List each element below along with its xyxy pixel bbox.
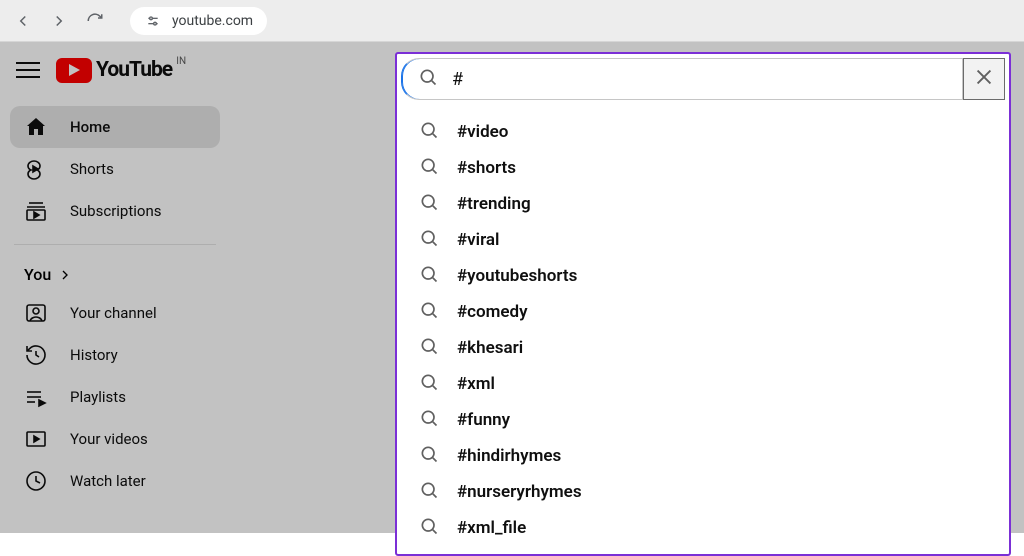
search-icon — [419, 156, 439, 180]
your-videos-icon — [24, 427, 48, 451]
search-input[interactable] — [452, 69, 946, 90]
back-button[interactable] — [12, 10, 34, 32]
sidebar-item-history[interactable]: History — [10, 334, 220, 376]
sidebar-you-heading[interactable]: You — [10, 257, 220, 292]
suggestions-list: #video #shorts #trending #viral #youtubeshor… — [397, 104, 1009, 554]
forward-button[interactable] — [48, 10, 70, 32]
url-text: youtube.com — [172, 13, 253, 29]
heading-label: You — [24, 265, 51, 284]
search-icon — [419, 444, 439, 468]
suggestion-text: #viral — [457, 230, 499, 250]
search-icon — [419, 516, 439, 540]
suggestion-text: #trending — [457, 194, 531, 214]
search-icon — [419, 300, 439, 324]
suggestion-item[interactable]: #xml — [397, 366, 1009, 402]
sidebar-item-label: Home — [70, 118, 110, 136]
search-icon — [419, 408, 439, 432]
menu-button[interactable] — [16, 58, 40, 82]
playlists-icon — [24, 385, 48, 409]
suggestion-text: #khesari — [457, 338, 523, 358]
search-field[interactable] — [401, 58, 963, 100]
site-settings-icon — [144, 12, 162, 30]
search-icon — [419, 480, 439, 504]
subscriptions-icon — [24, 199, 48, 223]
suggestion-item[interactable]: #hindirhymes — [397, 438, 1009, 474]
logo-region: IN — [176, 56, 186, 67]
sidebar-item-subscriptions[interactable]: Subscriptions — [10, 190, 220, 232]
suggestion-item[interactable]: #nurseryrhymes — [397, 474, 1009, 510]
suggestion-item[interactable]: #viral — [397, 222, 1009, 258]
sidebar-item-home[interactable]: Home — [10, 106, 220, 148]
sidebar-item-your-channel[interactable]: Your channel — [10, 292, 220, 334]
search-suggestions-panel: #video #shorts #trending #viral #youtubeshor… — [395, 52, 1011, 556]
your-channel-icon — [24, 301, 48, 325]
clear-search-button[interactable] — [963, 58, 1005, 100]
browser-toolbar: youtube.com — [0, 0, 1024, 42]
suggestion-text: #comedy — [457, 302, 528, 322]
close-icon — [973, 66, 995, 92]
page-content: YouTube IN Home Shorts Subscrip — [0, 42, 1024, 533]
sidebar-item-label: Playlists — [70, 388, 126, 406]
suggestion-text: #xml — [457, 374, 495, 394]
suggestion-item[interactable]: #shorts — [397, 150, 1009, 186]
search-icon — [418, 67, 438, 91]
address-bar[interactable]: youtube.com — [130, 7, 267, 35]
suggestion-item[interactable]: #khesari — [397, 330, 1009, 366]
sidebar: Home Shorts Subscriptions You — [0, 98, 230, 533]
suggestion-item[interactable]: #xml_file — [397, 510, 1009, 546]
suggestion-text: #funny — [457, 410, 510, 430]
shorts-icon — [24, 157, 48, 181]
sidebar-item-label: Your channel — [70, 304, 157, 322]
sidebar-item-label: Watch later — [70, 472, 146, 490]
history-icon — [24, 343, 48, 367]
logo-text: YouTube — [96, 58, 172, 82]
home-icon — [24, 115, 48, 139]
youtube-logo[interactable]: YouTube IN — [56, 58, 172, 83]
search-icon — [419, 336, 439, 360]
suggestion-item[interactable]: #video — [397, 114, 1009, 150]
sidebar-item-playlists[interactable]: Playlists — [10, 376, 220, 418]
sidebar-item-your-videos[interactable]: Your videos — [10, 418, 220, 460]
play-icon — [56, 58, 92, 83]
suggestion-item[interactable]: #youtubeshorts — [397, 258, 1009, 294]
sidebar-item-label: Your videos — [70, 430, 148, 448]
search-icon — [419, 192, 439, 216]
reload-button[interactable] — [84, 10, 106, 32]
suggestion-item[interactable]: #comedy — [397, 294, 1009, 330]
suggestion-item[interactable]: #funny — [397, 402, 1009, 438]
sidebar-item-label: Subscriptions — [70, 202, 161, 220]
search-icon — [419, 228, 439, 252]
sidebar-item-watch-later[interactable]: Watch later — [10, 460, 220, 502]
suggestion-text: #youtubeshorts — [457, 266, 577, 286]
search-icon — [419, 372, 439, 396]
suggestion-text: #hindirhymes — [457, 446, 561, 466]
suggestion-text: #xml_file — [457, 518, 526, 538]
chevron-right-icon — [57, 267, 73, 283]
search-icon — [419, 120, 439, 144]
suggestion-text: #video — [457, 122, 508, 142]
watch-later-icon — [24, 469, 48, 493]
sidebar-item-label: History — [70, 346, 118, 364]
suggestion-item[interactable]: #trending — [397, 186, 1009, 222]
sidebar-item-shorts[interactable]: Shorts — [10, 148, 220, 190]
search-icon — [419, 264, 439, 288]
suggestion-text: #shorts — [457, 158, 516, 178]
sidebar-separator — [14, 244, 216, 245]
suggestion-text: #nurseryrhymes — [457, 482, 582, 502]
sidebar-item-label: Shorts — [70, 160, 114, 178]
